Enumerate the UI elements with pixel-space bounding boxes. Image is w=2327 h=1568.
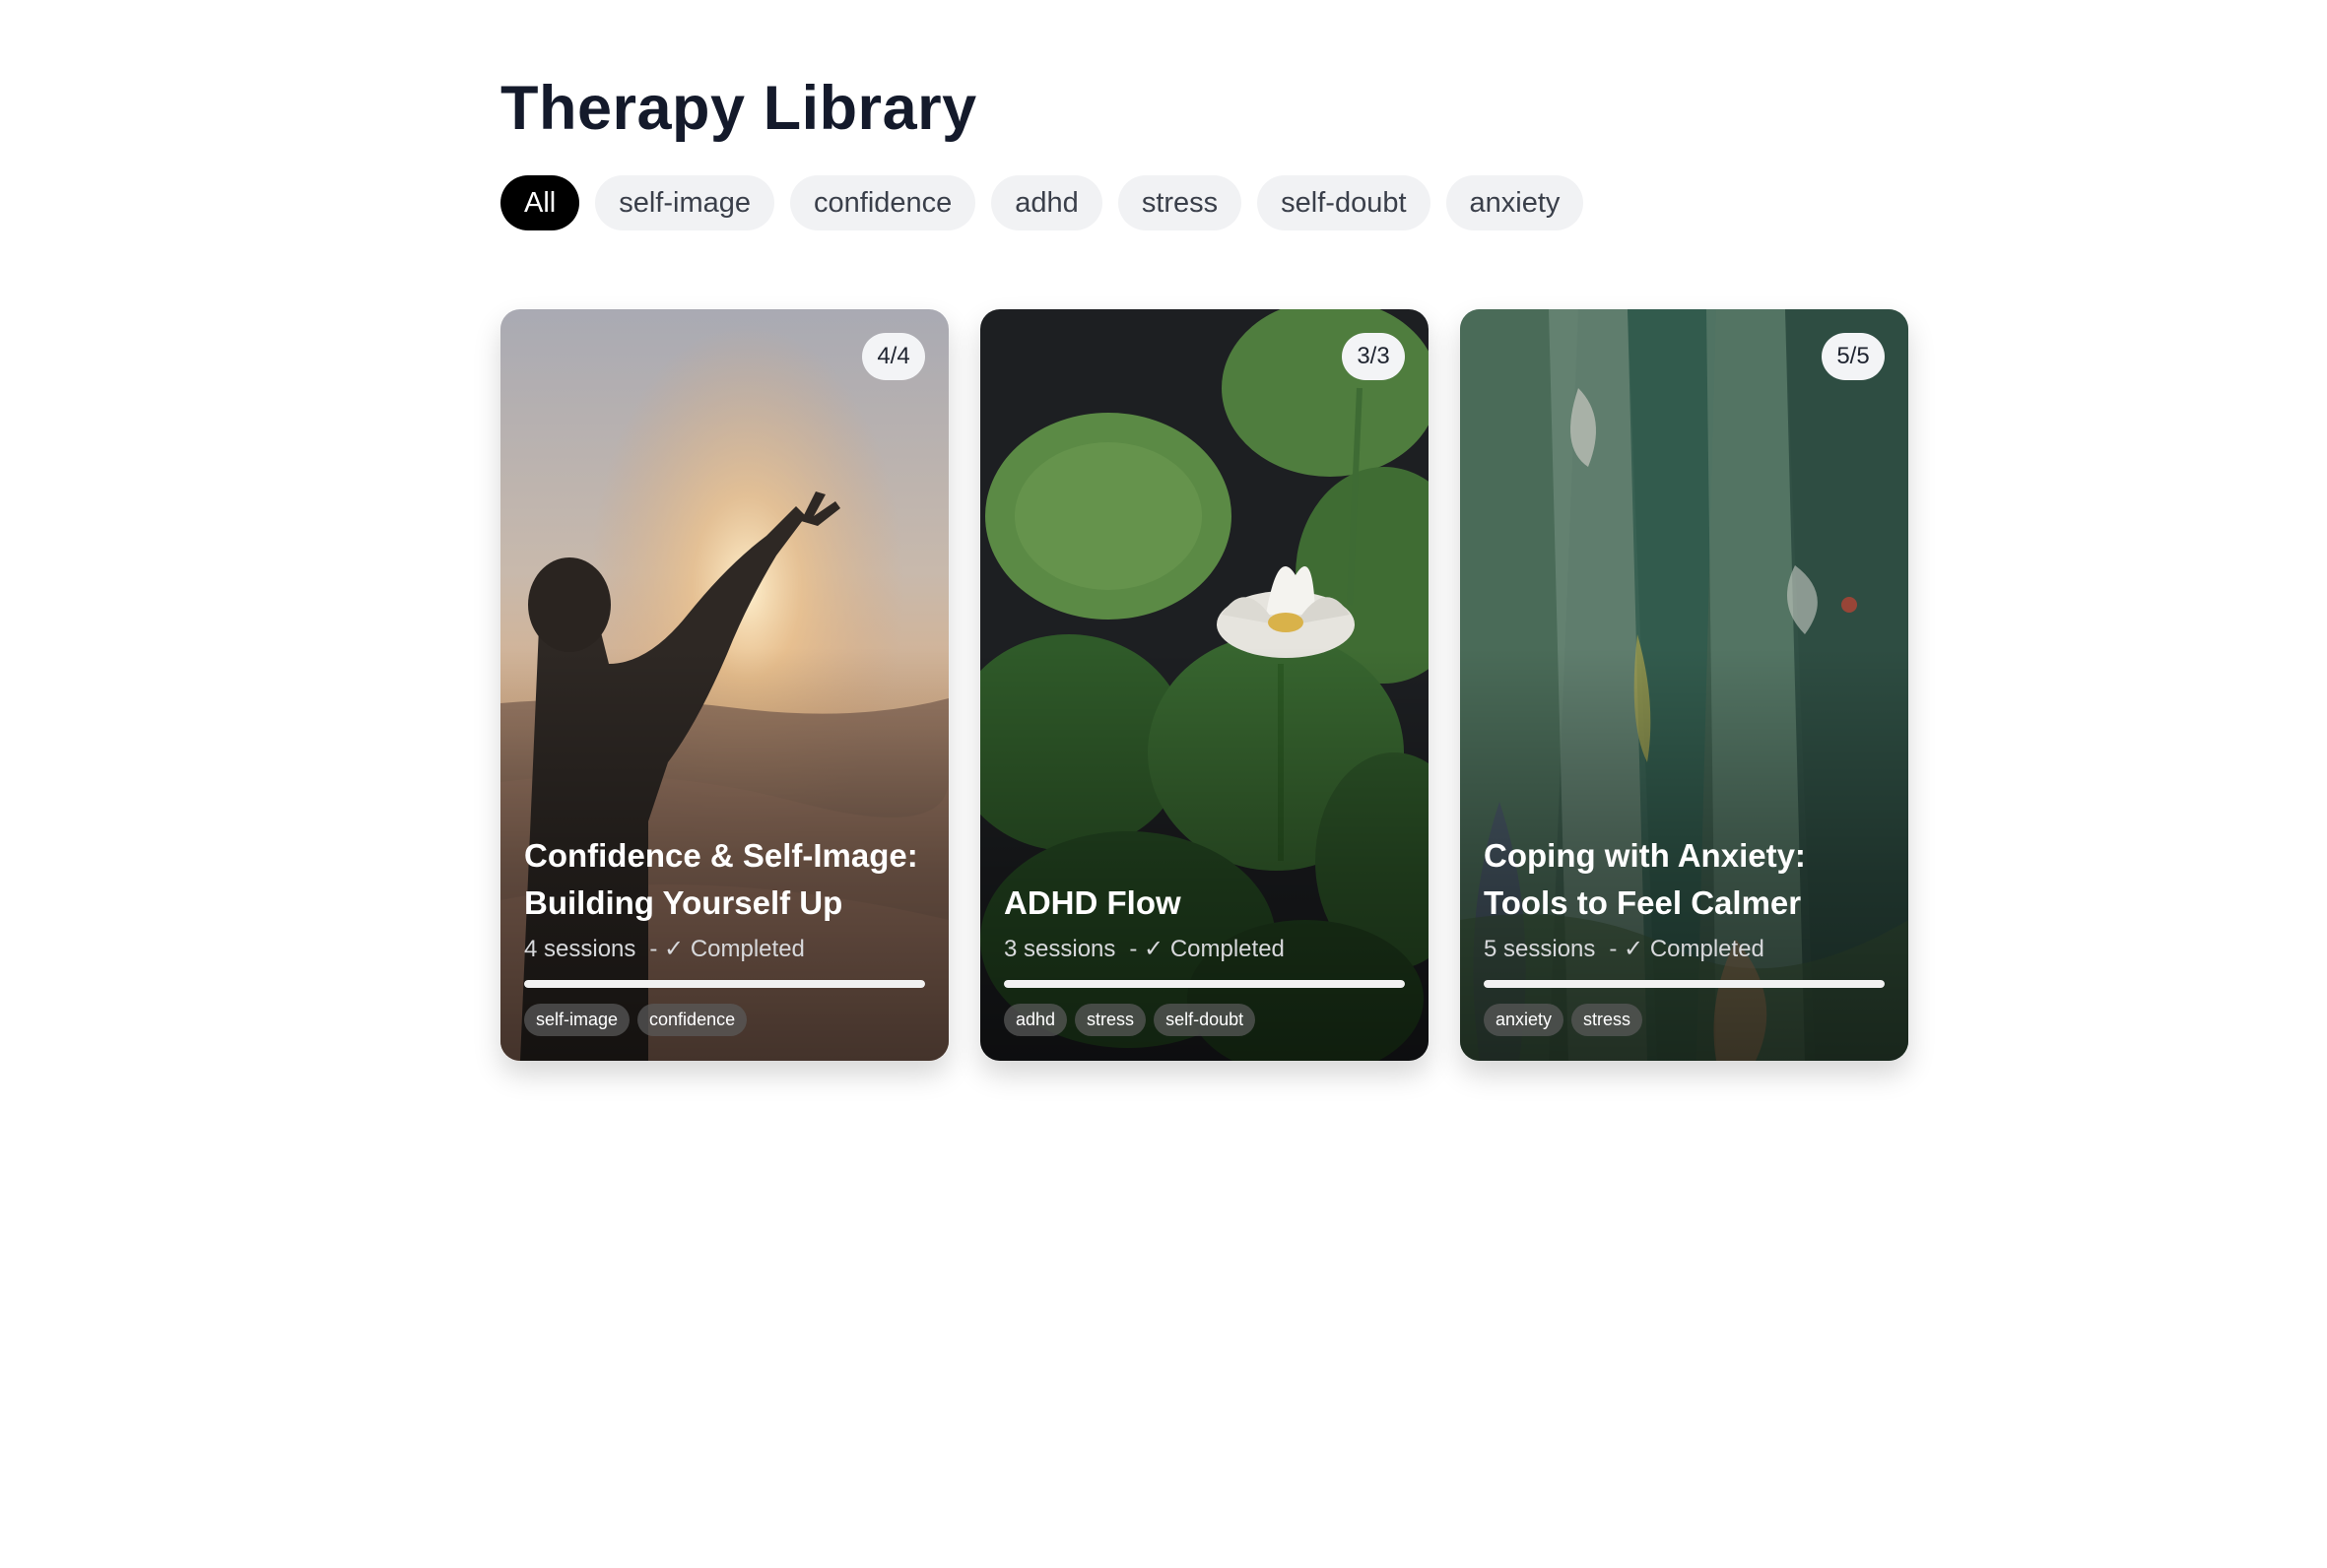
page-title: Therapy Library [500,74,977,143]
progress-bar [524,980,925,988]
progress-bar [1004,980,1405,988]
card-meta: 5 sessions - ✓ Completed [1484,933,1885,966]
program-card-grid: 4/4 Confidence & Self-Image: Building Yo… [500,309,1919,1061]
program-card[interactable]: 4/4 Confidence & Self-Image: Building Yo… [500,309,949,1061]
tag-anxiety: anxiety [1484,1004,1564,1036]
filter-chip-self-doubt[interactable]: self-doubt [1257,175,1430,230]
progress-fill [524,980,925,988]
tag-self-image: self-image [524,1004,631,1036]
session-count: 4 sessions [524,936,636,962]
program-card[interactable]: 5/5 Coping with Anxiety: Tools to Feel C… [1460,309,1908,1061]
session-count: 3 sessions [1004,936,1116,962]
tag-adhd: adhd [1004,1004,1068,1036]
session-count: 5 sessions [1484,936,1596,962]
progress-fill [1484,980,1885,988]
card-title: Coping with Anxiety: Tools to Feel Calme… [1484,837,1806,921]
completion-status: - ✓ Completed [1129,936,1285,962]
completion-status: - ✓ Completed [1609,936,1764,962]
filter-chip-self-image[interactable]: self-image [595,175,775,230]
tag-self-doubt: self-doubt [1154,1004,1256,1036]
filter-chip-stress[interactable]: stress [1117,175,1242,230]
program-card[interactable]: 3/3 ADHD Flow 3 sessions - ✓ Completed ad… [980,309,1429,1061]
progress-fill [1004,980,1405,988]
card-tags: self-image confidence [524,1004,925,1036]
card-meta: 4 sessions - ✓ Completed [524,933,925,966]
session-count-badge: 3/3 [1342,333,1405,380]
tag-stress: stress [1571,1004,1643,1036]
filter-chip-adhd[interactable]: adhd [991,175,1102,230]
card-meta: 3 sessions - ✓ Completed [1004,933,1405,966]
filter-chip-all[interactable]: All [500,175,580,230]
card-title: ADHD Flow [1004,884,1181,921]
card-info: Coping with Anxiety: Tools to Feel Calme… [1484,832,1885,1036]
session-count-badge: 4/4 [862,333,925,380]
filter-chip-confidence[interactable]: confidence [790,175,976,230]
card-tags: adhd stress self-doubt [1004,1004,1405,1036]
tag-confidence: confidence [637,1004,748,1036]
therapy-library-page: Therapy Library All self-image confidenc… [500,69,1919,1061]
progress-bar [1484,980,1885,988]
filter-bar: All self-image confidence adhd stress se… [500,175,1919,230]
filter-chip-anxiety[interactable]: anxiety [1445,175,1584,230]
card-info: ADHD Flow 3 sessions - ✓ Completed adhd s… [1004,880,1405,1036]
card-title: Confidence & Self-Image: Building Yourse… [524,837,918,921]
session-count-badge: 5/5 [1822,333,1885,380]
card-info: Confidence & Self-Image: Building Yourse… [524,832,925,1036]
tag-stress: stress [1075,1004,1147,1036]
card-tags: anxiety stress [1484,1004,1885,1036]
completion-status: - ✓ Completed [649,936,805,962]
